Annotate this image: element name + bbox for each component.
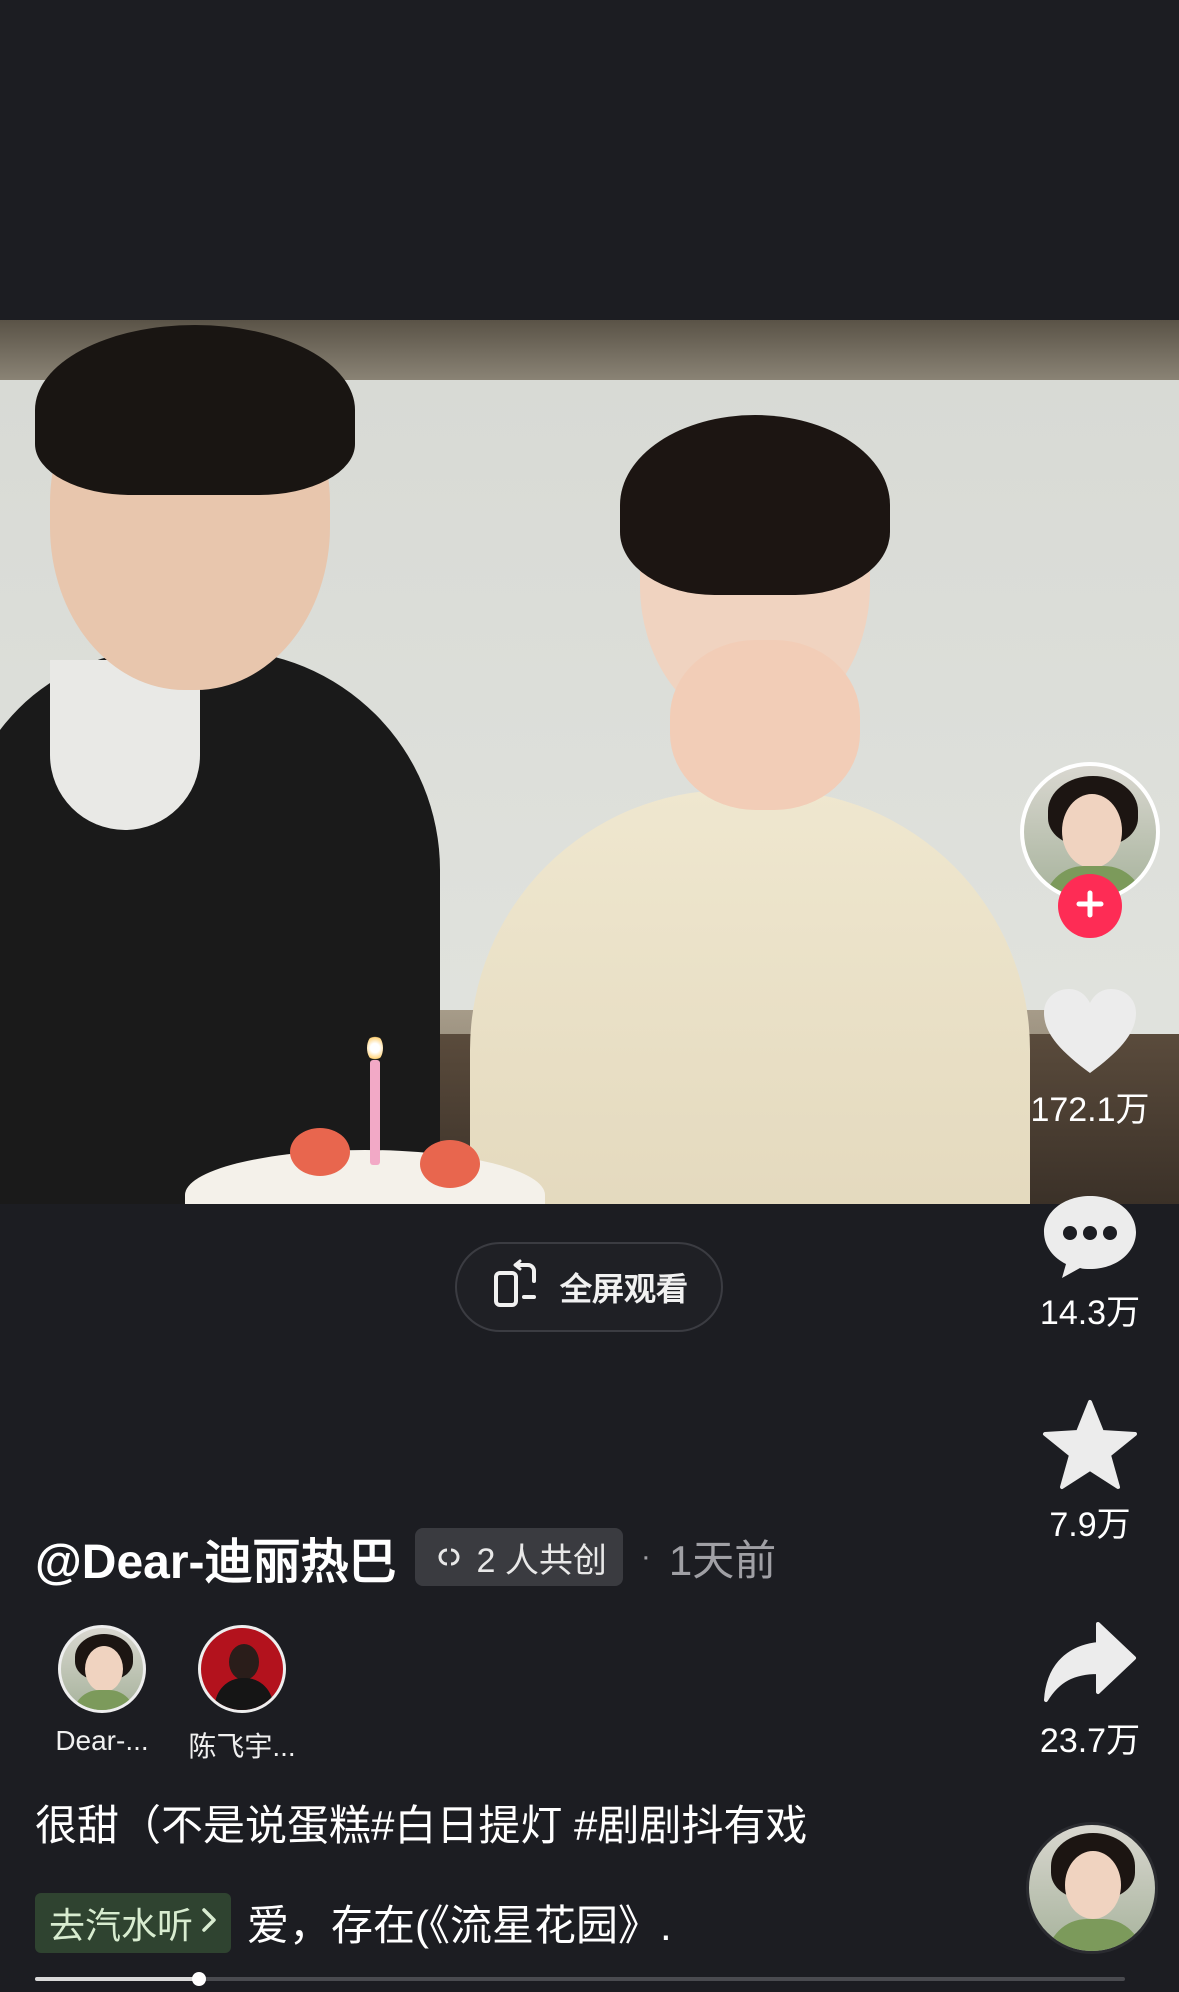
creator-name: Dear-...: [55, 1725, 149, 1756]
separator-dot: ·: [640, 1540, 651, 1573]
follow-button[interactable]: [1058, 874, 1122, 938]
music-disc-avatar[interactable]: [1026, 1822, 1158, 1954]
post-time: 1天前: [668, 1536, 777, 1584]
share-action[interactable]: 23.7万: [1010, 1618, 1170, 1762]
cocreate-label: 2 人共创: [476, 1541, 607, 1580]
creator-avatar: [58, 1625, 146, 1713]
creator-name: 陈飞宇...: [188, 1731, 296, 1762]
video-hands: [670, 640, 860, 810]
link-icon: [431, 1538, 467, 1577]
fullscreen-label: 全屏观看: [559, 1271, 688, 1307]
video-strawberry: [290, 1128, 350, 1176]
rotate-screen-icon: [490, 1259, 542, 1316]
video-person-left-hair: [35, 325, 355, 495]
cocreate-badge[interactable]: 2 人共创: [414, 1528, 623, 1586]
video-strawberry: [420, 1140, 480, 1188]
comment-count: 14.3万: [1039, 1294, 1141, 1332]
creator-item[interactable]: 陈飞宇...: [172, 1625, 312, 1765]
author-handle[interactable]: @Dear-迪丽热巴: [35, 1522, 397, 1592]
share-count: 23.7万: [1039, 1722, 1141, 1760]
music-title[interactable]: 爱，存在(《流星花园》.: [247, 1892, 672, 1953]
video-candle: [370, 1060, 380, 1165]
avatar-face: [85, 1646, 123, 1692]
avatar-shirt: [215, 1678, 273, 1710]
music-row: 去汽水听 爱，存在(《流星花园》.: [35, 1892, 672, 1953]
progress-fill: [35, 1977, 199, 1981]
like-count: 172.1万: [1030, 1091, 1150, 1129]
heart-icon: [1040, 989, 1140, 1081]
comment-icon: [1040, 1196, 1140, 1284]
favorite-action[interactable]: 7.9万: [1010, 1398, 1170, 1546]
creator-item[interactable]: Dear-...: [32, 1625, 172, 1757]
chevron-right-icon: [199, 1902, 219, 1944]
avatar-shirt: [1047, 1919, 1143, 1951]
music-tag-label: 去汽水听: [49, 1904, 194, 1946]
comment-action[interactable]: 14.3万: [1010, 1192, 1170, 1334]
star-icon: [1040, 1400, 1140, 1496]
video-caption[interactable]: 很甜（不是说蛋糕#白日提灯 #剧剧抖有戏: [35, 1792, 807, 1853]
share-arrow-icon: [1040, 1622, 1140, 1712]
open-in-qishui-button[interactable]: 去汽水听: [35, 1892, 232, 1953]
video-person-right-hair: [620, 415, 890, 595]
favorite-count: 7.9万: [1049, 1506, 1131, 1544]
plus-icon: [1074, 888, 1106, 925]
avatar-shirt: [73, 1690, 135, 1710]
video-player[interactable]: [0, 320, 1179, 1204]
avatar-face: [1062, 794, 1122, 868]
author-line: @Dear-迪丽热巴 2 人共创 · 1天前: [35, 1522, 776, 1592]
creator-avatar: [198, 1625, 286, 1713]
like-action[interactable]: 172.1万: [1010, 985, 1170, 1131]
fullscreen-button[interactable]: 全屏观看: [455, 1242, 723, 1332]
avatar-face: [1065, 1851, 1121, 1919]
progress-knob[interactable]: [192, 1972, 206, 1986]
avatar-face: [229, 1644, 259, 1680]
video-candle-flame: [367, 1035, 383, 1061]
